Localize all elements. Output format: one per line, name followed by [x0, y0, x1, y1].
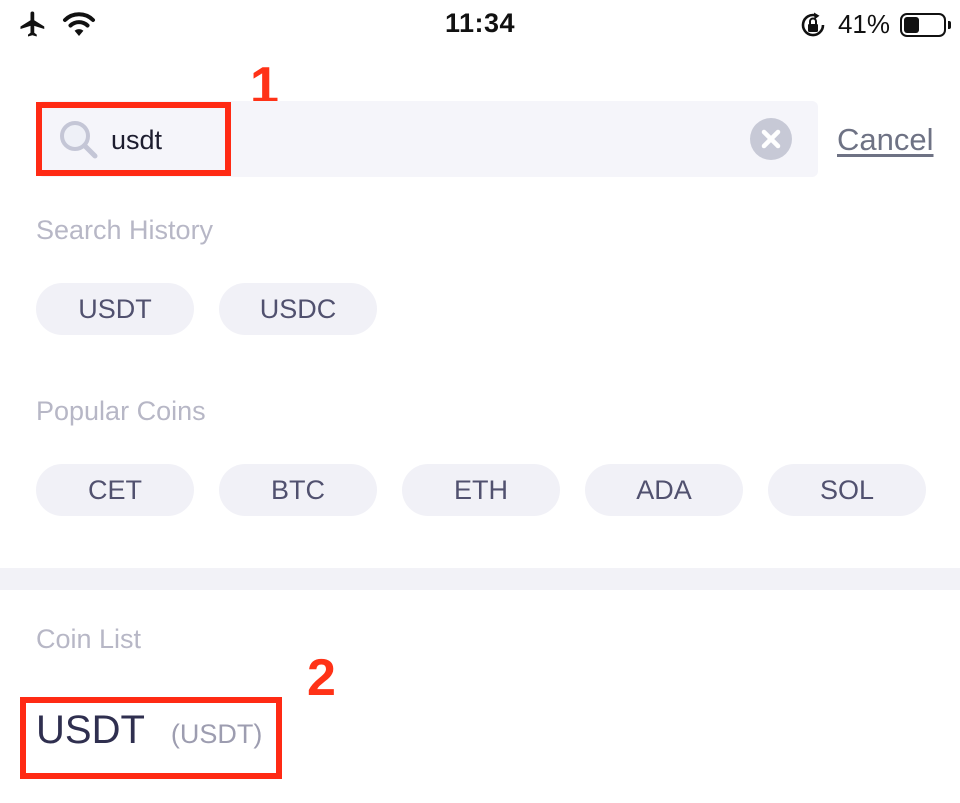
battery-icon — [900, 12, 951, 37]
coin-list-title: Coin List — [36, 624, 142, 654]
search-history-title: Search History — [36, 215, 214, 245]
annotation-step-2: 2 — [307, 649, 336, 707]
popular-coins-title: Popular Coins — [36, 396, 206, 426]
popular-chip-sol[interactable]: SOL — [768, 464, 926, 516]
search-input-highlight — [36, 102, 231, 176]
status-right: 41% — [798, 9, 951, 40]
section-divider — [0, 568, 960, 590]
popular-chip-eth[interactable]: ETH — [402, 464, 560, 516]
popular-coins-chips: CET BTC ETH ADA SOL — [36, 464, 926, 516]
search-history-chips: USDT USDC — [36, 283, 377, 335]
coin-item-highlight — [20, 697, 282, 779]
history-chip-usdt[interactable]: USDT — [36, 283, 194, 335]
orientation-lock-icon — [801, 12, 825, 36]
battery-level-fill — [904, 16, 919, 33]
cancel-button[interactable]: Cancel — [837, 122, 934, 158]
history-chip-usdc[interactable]: USDC — [219, 283, 377, 335]
popular-chip-cet[interactable]: CET — [36, 464, 194, 516]
popular-chip-ada[interactable]: ADA — [585, 464, 743, 516]
battery-percentage: 41% — [837, 9, 890, 39]
clear-search-icon[interactable] — [750, 118, 792, 160]
status-bar: 11:34 41% — [0, 0, 960, 50]
popular-chip-btc[interactable]: BTC — [219, 464, 377, 516]
